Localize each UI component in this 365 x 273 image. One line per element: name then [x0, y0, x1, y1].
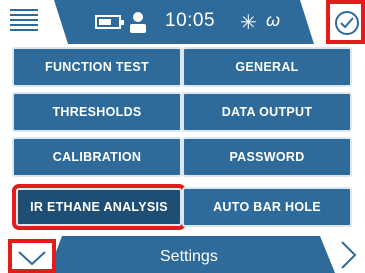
- battery-icon: [95, 15, 124, 29]
- general-button[interactable]: GENERAL: [182, 47, 352, 87]
- chevron-down-icon: [18, 251, 46, 266]
- signal-icon: ω: [266, 10, 281, 30]
- user-icon: [130, 12, 146, 33]
- bottom-bar: Settings: [0, 236, 365, 273]
- menu-icon: [10, 9, 38, 35]
- chevron-right-icon[interactable]: [337, 240, 359, 270]
- confirm-button[interactable]: [326, 0, 365, 44]
- data-output-button[interactable]: DATA OUTPUT: [182, 92, 352, 132]
- thresholds-button[interactable]: THRESHOLDS: [12, 92, 182, 132]
- password-button[interactable]: PASSWORD: [182, 137, 352, 177]
- bluetooth-icon: ✳: [240, 12, 257, 34]
- scroll-down-button[interactable]: [8, 239, 56, 273]
- ir-ethane-analysis-button[interactable]: IR ETHANE ANALYSIS: [12, 184, 186, 230]
- auto-bar-hole-button[interactable]: AUTO BAR HOLE: [182, 187, 352, 227]
- check-icon: [335, 11, 359, 35]
- page-title: Settings: [160, 248, 218, 265]
- left-slant: [40, 0, 68, 44]
- function-test-button[interactable]: FUNCTION TEST: [12, 47, 182, 87]
- calibration-button[interactable]: CALIBRATION: [12, 137, 182, 177]
- status-bar: 10:05 ✳ ω: [0, 0, 365, 44]
- clock-time: 10:05: [165, 10, 216, 31]
